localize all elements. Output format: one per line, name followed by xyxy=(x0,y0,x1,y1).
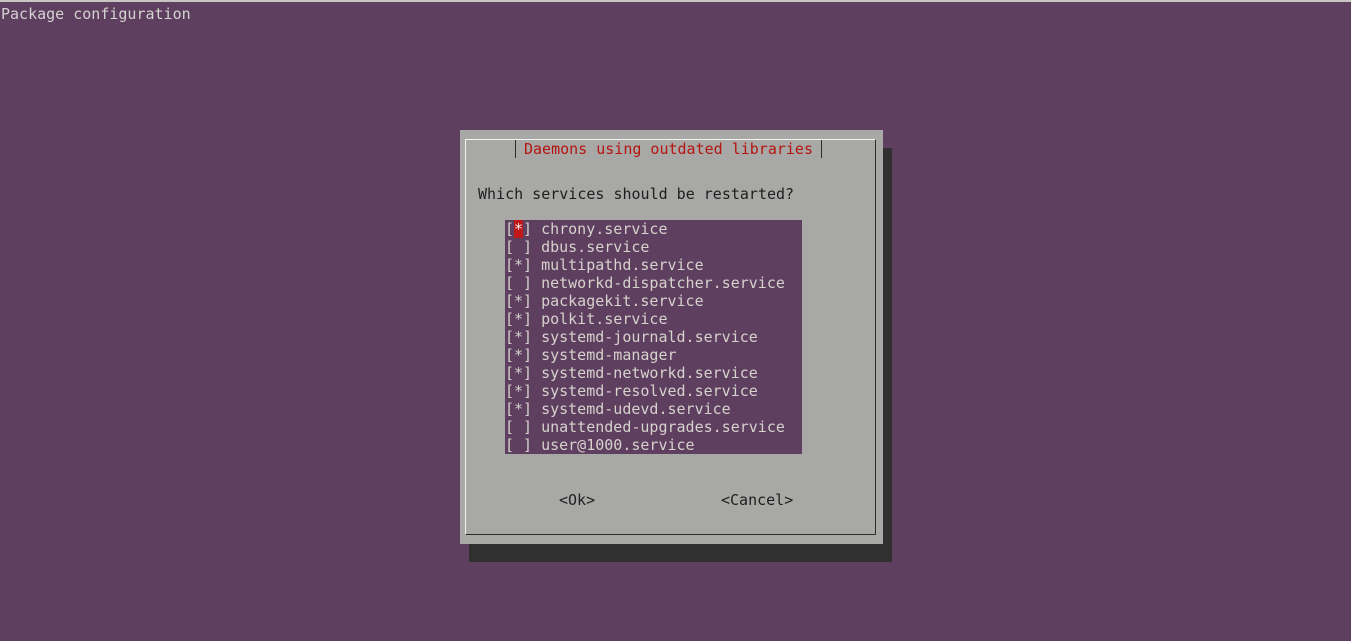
service-label: chrony.service xyxy=(541,220,668,238)
checked-mark: * xyxy=(514,382,524,400)
dialog-buttons: <Ok> <Cancel> xyxy=(460,491,883,509)
unchecked-mark xyxy=(514,274,523,292)
service-label: systemd-journald.service xyxy=(541,328,758,346)
service-label: user@1000.service xyxy=(541,436,695,454)
checked-mark: * xyxy=(514,292,524,310)
restart-services-dialog: Daemons using outdated libraries Which s… xyxy=(460,130,883,544)
checked-mark: * xyxy=(514,310,524,328)
service-checkbox[interactable]: [ ] xyxy=(505,238,532,256)
service-label: systemd-udevd.service xyxy=(541,400,731,418)
ok-button[interactable]: <Ok> xyxy=(559,491,595,509)
service-label: networkd-dispatcher.service xyxy=(541,274,785,292)
service-item[interactable]: [*] multipathd.service xyxy=(505,256,802,274)
service-label: unattended-upgrades.service xyxy=(541,418,785,436)
checked-mark: * xyxy=(514,256,524,274)
service-checkbox[interactable]: [ ] xyxy=(505,274,532,292)
service-checkbox[interactable]: [*] xyxy=(505,346,532,364)
service-item[interactable]: [*] systemd-journald.service xyxy=(505,328,802,346)
service-item[interactable]: [*] systemd-udevd.service xyxy=(505,400,802,418)
service-checkbox[interactable]: [*] xyxy=(505,382,532,400)
service-item[interactable]: [ ] user@1000.service xyxy=(505,436,802,454)
service-label: systemd-networkd.service xyxy=(541,364,758,382)
service-item[interactable]: [*] polkit.service xyxy=(505,310,802,328)
service-label: systemd-resolved.service xyxy=(541,382,758,400)
service-label: multipathd.service xyxy=(541,256,704,274)
service-item[interactable]: [*] systemd-manager xyxy=(505,346,802,364)
service-checkbox[interactable]: [ ] xyxy=(505,418,532,436)
service-checkbox[interactable]: [*] xyxy=(505,364,532,382)
checked-mark: * xyxy=(514,400,524,418)
service-item[interactable]: [*] chrony.service xyxy=(505,220,802,238)
checked-mark: * xyxy=(514,364,524,382)
service-label: systemd-manager xyxy=(541,346,677,364)
cancel-button[interactable]: <Cancel> xyxy=(721,491,793,509)
checked-mark: * xyxy=(514,346,524,364)
checked-mark: * xyxy=(514,328,524,346)
service-checkbox[interactable]: [*] xyxy=(505,220,532,238)
terminal-top-border xyxy=(0,0,1351,2)
service-checkbox[interactable]: [*] xyxy=(505,328,532,346)
service-label: dbus.service xyxy=(541,238,650,256)
checked-mark: * xyxy=(514,220,524,238)
service-item[interactable]: [*] systemd-networkd.service xyxy=(505,364,802,382)
service-label: polkit.service xyxy=(541,310,668,328)
services-checklist[interactable]: [*] chrony.service [ ] dbus.service [*] multi… xyxy=(505,220,802,454)
unchecked-mark xyxy=(514,238,523,256)
window-title: Package configuration xyxy=(1,5,191,23)
dialog-question: Which services should be restarted? xyxy=(478,185,795,203)
unchecked-mark xyxy=(514,418,523,436)
dialog-title-box: Daemons using outdated libraries xyxy=(515,140,822,158)
service-item[interactable]: [*] systemd-resolved.service xyxy=(505,382,802,400)
service-item[interactable]: [ ] unattended-upgrades.service xyxy=(505,418,802,436)
service-checkbox[interactable]: [*] xyxy=(505,310,532,328)
service-checkbox[interactable]: [*] xyxy=(505,292,532,310)
service-item[interactable]: [*] packagekit.service xyxy=(505,292,802,310)
dialog-title: Daemons using outdated libraries xyxy=(524,140,813,158)
service-item[interactable]: [ ] dbus.service xyxy=(505,238,802,256)
service-checkbox[interactable]: [*] xyxy=(505,256,532,274)
service-item[interactable]: [ ] networkd-dispatcher.service xyxy=(505,274,802,292)
service-label: packagekit.service xyxy=(541,292,704,310)
service-checkbox[interactable]: [ ] xyxy=(505,436,532,454)
service-checkbox[interactable]: [*] xyxy=(505,400,532,418)
unchecked-mark xyxy=(514,436,523,454)
